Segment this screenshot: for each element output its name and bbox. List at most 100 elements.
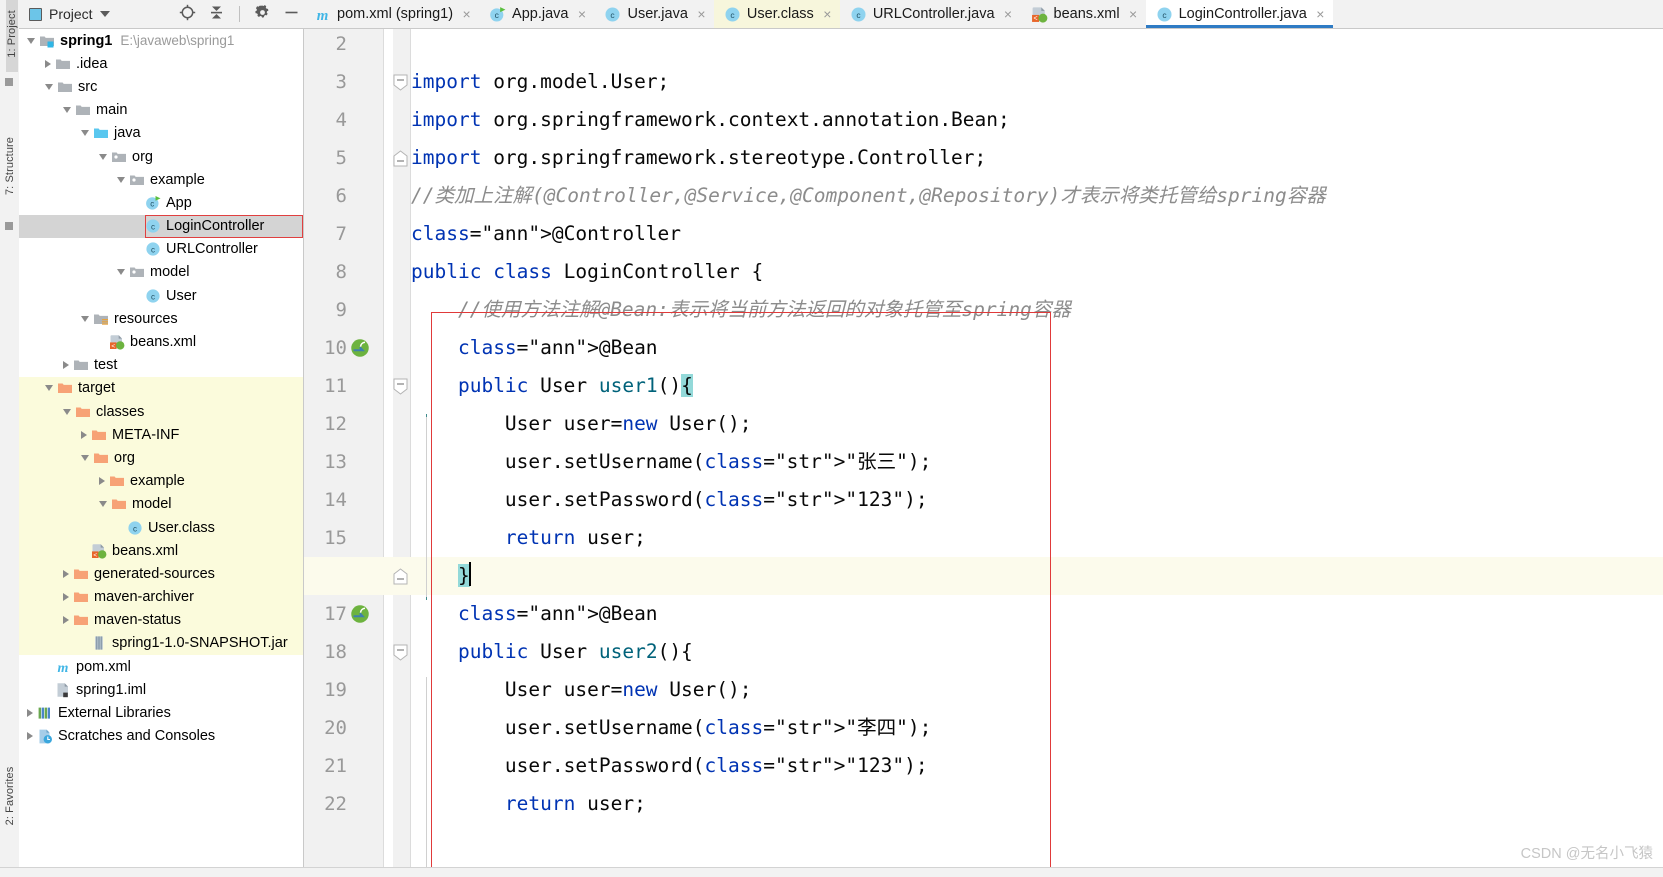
tool-tab-structure[interactable]: 7: Structure bbox=[4, 122, 16, 210]
chevron-down-icon[interactable] bbox=[27, 37, 35, 44]
code-line[interactable]: user.setUsername(class="str">"张三"); bbox=[411, 443, 931, 481]
fold-marker-open[interactable] bbox=[393, 378, 410, 395]
chevron-down-icon[interactable] bbox=[99, 11, 110, 17]
project-tree[interactable]: spring1 E:\javaweb\spring1 .idea src main jav… bbox=[19, 29, 304, 877]
code-line[interactable]: } bbox=[411, 557, 471, 595]
code-line[interactable]: class="ann">@Bean bbox=[411, 329, 658, 367]
chevron-right-icon[interactable] bbox=[63, 593, 69, 602]
tree-node-external-libraries[interactable]: External Libraries bbox=[19, 701, 303, 724]
chevron-down-icon[interactable] bbox=[45, 83, 53, 90]
tree-node-urlcontroller[interactable]: c URLController bbox=[19, 238, 303, 261]
tree-node-org[interactable]: org bbox=[19, 446, 303, 470]
line-number-gutter[interactable]: 2345678910111213141516171819202122 bbox=[304, 29, 383, 877]
tree-node-spring1-1-0-snapshot-jar[interactable]: spring1-1.0-SNAPSHOT.jar bbox=[19, 631, 303, 656]
close-icon[interactable]: × bbox=[576, 7, 587, 21]
tree-node-idea[interactable]: .idea bbox=[19, 52, 303, 75]
tree-node-meta-inf[interactable]: META-INF bbox=[19, 423, 303, 447]
chevron-right-icon[interactable] bbox=[63, 361, 69, 370]
chevron-down-icon[interactable] bbox=[45, 385, 53, 392]
tree-node-example[interactable]: example bbox=[19, 469, 303, 493]
tree-node-classes[interactable]: classes bbox=[19, 400, 303, 424]
code-line[interactable]: import org.springframework.stereotype.Co… bbox=[411, 139, 986, 177]
editor-tab-user-java[interactable]: c User.java × bbox=[594, 0, 713, 28]
tree-node-model[interactable]: model bbox=[19, 492, 303, 516]
spring-bean-icon[interactable] bbox=[350, 338, 370, 358]
code-line[interactable]: User user=new User(); bbox=[411, 405, 752, 443]
code-line[interactable]: public class LoginController { bbox=[411, 253, 763, 291]
locate-icon[interactable] bbox=[179, 4, 196, 24]
code-line[interactable]: import org.model.User; bbox=[411, 63, 669, 101]
tree-node-app[interactable]: c App bbox=[19, 191, 303, 214]
tree-node-main[interactable]: main bbox=[19, 99, 303, 122]
tree-node-generated-sources[interactable]: generated-sources bbox=[19, 562, 303, 586]
code-line[interactable]: return user; bbox=[411, 519, 646, 557]
chevron-down-icon[interactable] bbox=[63, 408, 71, 415]
fold-marker-collapsed-import[interactable] bbox=[393, 74, 410, 91]
code-line[interactable]: class="ann">@Controller bbox=[411, 215, 681, 253]
collapse-all-icon[interactable] bbox=[208, 4, 225, 24]
chevron-down-icon[interactable] bbox=[99, 153, 107, 160]
code-line[interactable]: class="ann">@Bean bbox=[411, 595, 658, 633]
chevron-down-icon[interactable] bbox=[117, 176, 125, 183]
tree-node-model[interactable]: model bbox=[19, 261, 303, 284]
close-icon[interactable]: × bbox=[822, 7, 833, 21]
fold-marker-open[interactable] bbox=[393, 644, 410, 661]
tree-node-org[interactable]: org bbox=[19, 145, 303, 168]
close-icon[interactable]: × bbox=[696, 7, 707, 21]
tree-node-maven-archiver[interactable]: maven-archiver bbox=[19, 585, 303, 609]
tree-node-logincontroller[interactable]: c LoginController bbox=[19, 214, 303, 238]
editor-tab-urlcontroller-java[interactable]: c URLController.java × bbox=[840, 0, 1021, 28]
tree-node-user[interactable]: c User bbox=[19, 284, 303, 307]
chevron-down-icon[interactable] bbox=[81, 454, 89, 461]
tree-node-example[interactable]: example bbox=[19, 168, 303, 191]
fold-marker-end[interactable] bbox=[393, 150, 410, 167]
code-line[interactable]: //使用方法注解@Bean:表示将当前方法返回的对象托管至spring容器 bbox=[411, 291, 1071, 329]
tool-tab-favorites[interactable]: 2: Favorites bbox=[4, 752, 16, 840]
tree-node-beans-xml[interactable]: < beans.xml bbox=[19, 539, 303, 563]
editor-tab-pom-xml-spring1[interactable]: m pom.xml (spring1) × bbox=[304, 0, 479, 28]
tree-node-pom-xml[interactable]: m pom.xml bbox=[19, 655, 303, 678]
chevron-right-icon[interactable] bbox=[99, 477, 105, 486]
editor-tab-app-java[interactable]: c App.java × bbox=[479, 0, 594, 28]
tree-node-spring1-iml[interactable]: spring1.iml bbox=[19, 678, 303, 701]
tree-node-java[interactable]: java bbox=[19, 122, 303, 145]
chevron-right-icon[interactable] bbox=[27, 732, 33, 741]
editor-tab-user-class[interactable]: c User.class × bbox=[713, 0, 840, 28]
gear-icon[interactable] bbox=[254, 4, 271, 24]
chevron-right-icon[interactable] bbox=[81, 430, 87, 439]
editor-tab-logincontroller-java[interactable]: c LoginController.java × bbox=[1145, 0, 1333, 28]
tree-node-target[interactable]: target bbox=[19, 376, 303, 400]
chevron-right-icon[interactable] bbox=[27, 709, 33, 718]
tree-node-scratches-and-consoles[interactable]: Scratches and Consoles bbox=[19, 725, 303, 748]
tree-node-src[interactable]: src bbox=[19, 75, 303, 98]
tree-node-maven-status[interactable]: maven-status bbox=[19, 608, 303, 632]
code-line[interactable]: User user=new User(); bbox=[411, 671, 752, 709]
tree-node-beans-xml[interactable]: < beans.xml bbox=[19, 330, 303, 353]
code-text-area[interactable]: import org.model.User; import org.springf… bbox=[411, 29, 1663, 877]
chevron-down-icon[interactable] bbox=[81, 315, 89, 322]
chevron-down-icon[interactable] bbox=[81, 130, 89, 137]
chevron-down-icon[interactable] bbox=[99, 501, 107, 508]
code-line[interactable]: public User user1(){ bbox=[411, 367, 693, 405]
code-line[interactable]: public User user2(){ bbox=[411, 633, 693, 671]
chevron-right-icon[interactable] bbox=[63, 569, 69, 578]
close-icon[interactable]: × bbox=[1315, 7, 1326, 21]
tree-node-user-class[interactable]: c User.class bbox=[19, 515, 303, 540]
code-editor[interactable]: 2345678910111213141516171819202122 impor… bbox=[304, 29, 1663, 877]
spring-bean-icon[interactable] bbox=[350, 604, 370, 624]
fold-marker-close[interactable] bbox=[393, 568, 410, 585]
chevron-down-icon[interactable] bbox=[117, 269, 125, 276]
tree-node-resources[interactable]: resources bbox=[19, 307, 303, 330]
close-icon[interactable]: × bbox=[461, 7, 472, 21]
chevron-down-icon[interactable] bbox=[63, 107, 71, 114]
close-icon[interactable]: × bbox=[1128, 7, 1139, 21]
code-line[interactable]: user.setUsername(class="str">"李四"); bbox=[411, 709, 931, 747]
editor-tab-beans-xml[interactable]: < beans.xml × bbox=[1021, 0, 1146, 28]
tool-tab-project[interactable]: 1: Project bbox=[6, 0, 18, 72]
minimize-icon[interactable] bbox=[283, 4, 300, 24]
close-icon[interactable]: × bbox=[1003, 7, 1014, 21]
code-line[interactable]: user.setPassword(class="str">"123"); bbox=[411, 481, 928, 519]
chevron-right-icon[interactable] bbox=[45, 59, 51, 68]
tree-node-spring1[interactable]: spring1 E:\javaweb\spring1 bbox=[19, 29, 303, 52]
code-line[interactable]: return user; bbox=[411, 785, 646, 823]
